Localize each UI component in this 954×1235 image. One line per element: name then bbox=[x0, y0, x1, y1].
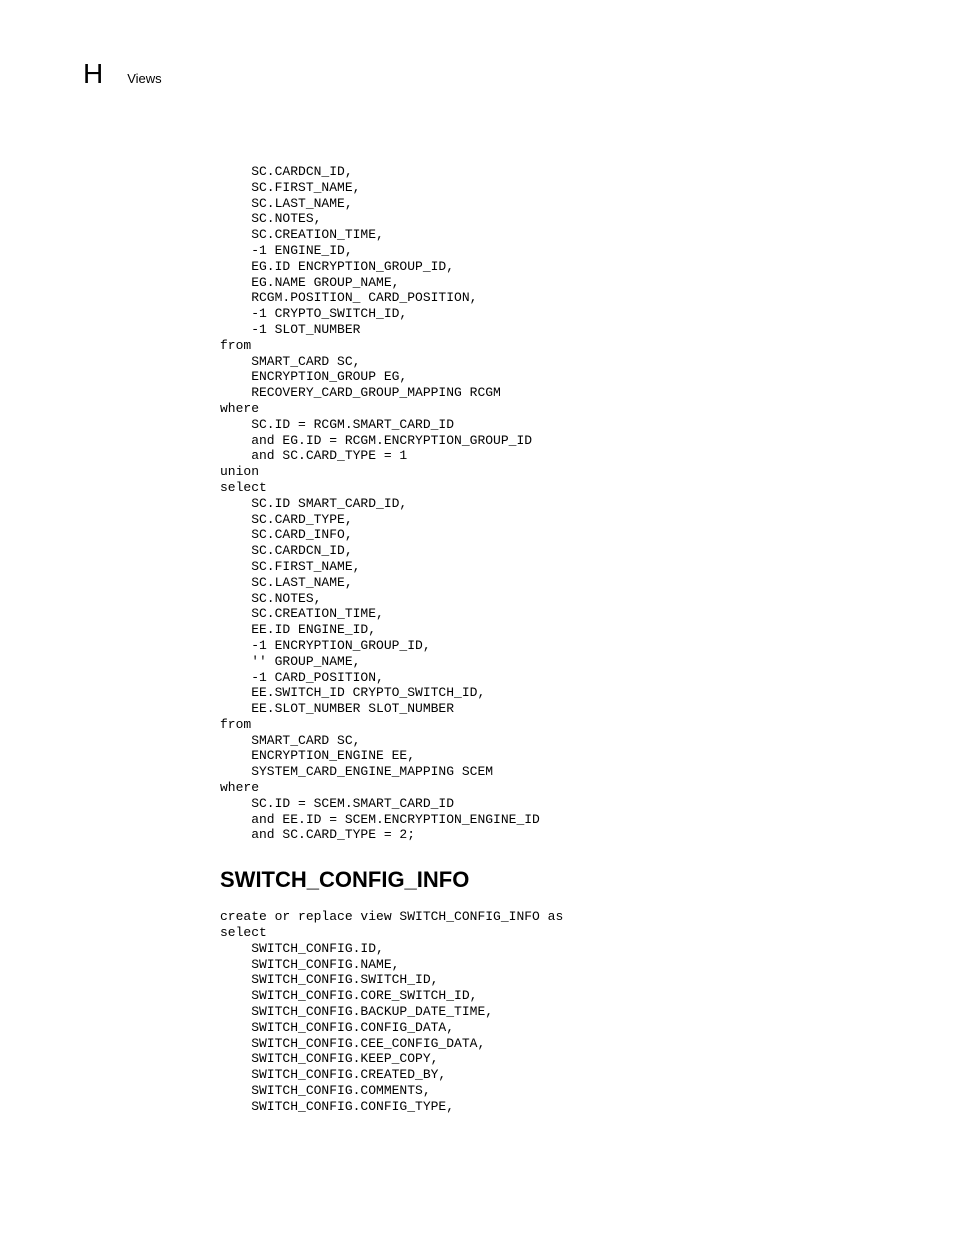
appendix-letter: H bbox=[83, 58, 103, 90]
code-block-2: create or replace view SWITCH_CONFIG_INF… bbox=[220, 909, 840, 1114]
page: H Views SC.CARDCN_ID, SC.FIRST_NAME, SC.… bbox=[0, 0, 954, 1115]
section-heading: SWITCH_CONFIG_INFO bbox=[220, 867, 840, 893]
code-block-1: SC.CARDCN_ID, SC.FIRST_NAME, SC.LAST_NAM… bbox=[220, 164, 840, 843]
page-content: SC.CARDCN_ID, SC.FIRST_NAME, SC.LAST_NAM… bbox=[0, 90, 840, 1115]
page-header: H Views bbox=[0, 58, 954, 90]
section-title: Views bbox=[127, 71, 161, 86]
